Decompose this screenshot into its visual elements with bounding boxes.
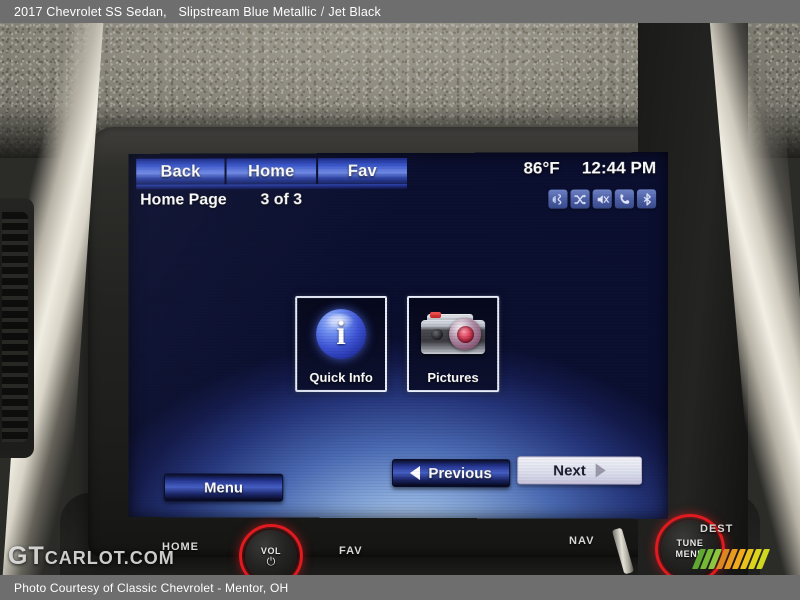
previous-button[interactable]: Previous [392,458,511,488]
listing-interior-color: Jet Black [328,4,381,19]
listing-title-bar: 2017 Chevrolet SS Sedan, Slipstream Blue… [0,0,800,23]
page-header: Home Page 3 of 3 [140,191,302,209]
infotainment-display[interactable]: Back Home Fav Home Page 3 of 3 86°F 12:4… [128,152,669,519]
listing-exterior-color: Slipstream Blue Metallic [178,4,317,19]
temperature-readout: 86°F [523,158,560,178]
power-icon: ⏻ [266,555,276,568]
chevron-left-icon [410,466,421,481]
previous-button-label: Previous [428,464,492,482]
photo-credit-bar: Photo Courtesy of Classic Chevrolet - Me… [0,575,800,600]
next-button[interactable]: Next [517,456,643,485]
nav-hard-button-label: NAV [569,535,595,547]
tab-home-label: Home [248,161,295,180]
top-tab-bar: Back Home Fav [136,157,407,185]
tab-fav[interactable]: Fav [317,157,407,185]
dest-hard-button-label: DEST [700,523,734,535]
app-quick-info[interactable]: i Quick Info [295,296,388,392]
app-pictures[interactable]: Pictures [407,295,500,393]
status-icon-row [548,189,657,209]
page-indicator: 3 of 3 [260,191,303,209]
chevron-right-icon [595,463,606,478]
gtcarlot-watermark: GT CARLOT.COM [8,542,175,571]
menu-button-label: Menu [204,479,244,497]
tune-knob-label: TUNE [676,538,704,548]
volume-knob-label: VOL [260,545,282,556]
menu-button[interactable]: Menu [163,473,284,502]
tab-home[interactable]: Home [226,158,318,185]
stripe-logo [691,549,796,569]
volume-knob[interactable]: VOL ⏻ [239,524,303,575]
tab-back-label: Back [160,162,201,181]
info-orb-icon: i [297,298,385,370]
bluetooth-icon[interactable] [636,189,657,209]
watermark-suffix: CARLOT.COM [44,548,175,568]
app-quick-info-label: Quick Info [309,369,373,385]
listing-model: 2017 Chevrolet SS Sedan, [14,4,167,19]
watermark-prefix: GT [8,542,45,570]
dest-hard-button[interactable]: DEST [700,523,733,535]
mute-icon[interactable] [592,189,612,209]
camera-icon [409,298,497,370]
phone-icon[interactable] [614,189,634,209]
clock-readout: 12:44 PM [581,158,657,178]
tab-underline [136,183,408,190]
voice-recognition-icon[interactable] [548,189,568,209]
fav-hard-button[interactable]: FAV [339,545,363,557]
tab-back[interactable]: Back [136,158,227,185]
vehicle-interior-photo: Back Home Fav Home Page 3 of 3 86°F 12:4… [0,23,800,575]
nav-hard-button[interactable]: NAV [569,535,594,547]
fav-hard-button-label: FAV [339,545,363,557]
color-separator: / [320,4,325,19]
shuffle-icon[interactable] [570,189,590,209]
next-button-label: Next [553,461,586,479]
home-app-grid: i Quick Info Pictures [128,295,668,393]
app-pictures-label: Pictures [427,370,479,386]
air-vent-left [0,198,34,458]
photo-credit: Photo Courtesy of Classic Chevrolet - Me… [14,580,289,595]
page-title: Home Page [140,191,227,209]
status-readouts: 86°F 12:44 PM [523,158,656,178]
tab-fav-label: Fav [347,161,377,180]
